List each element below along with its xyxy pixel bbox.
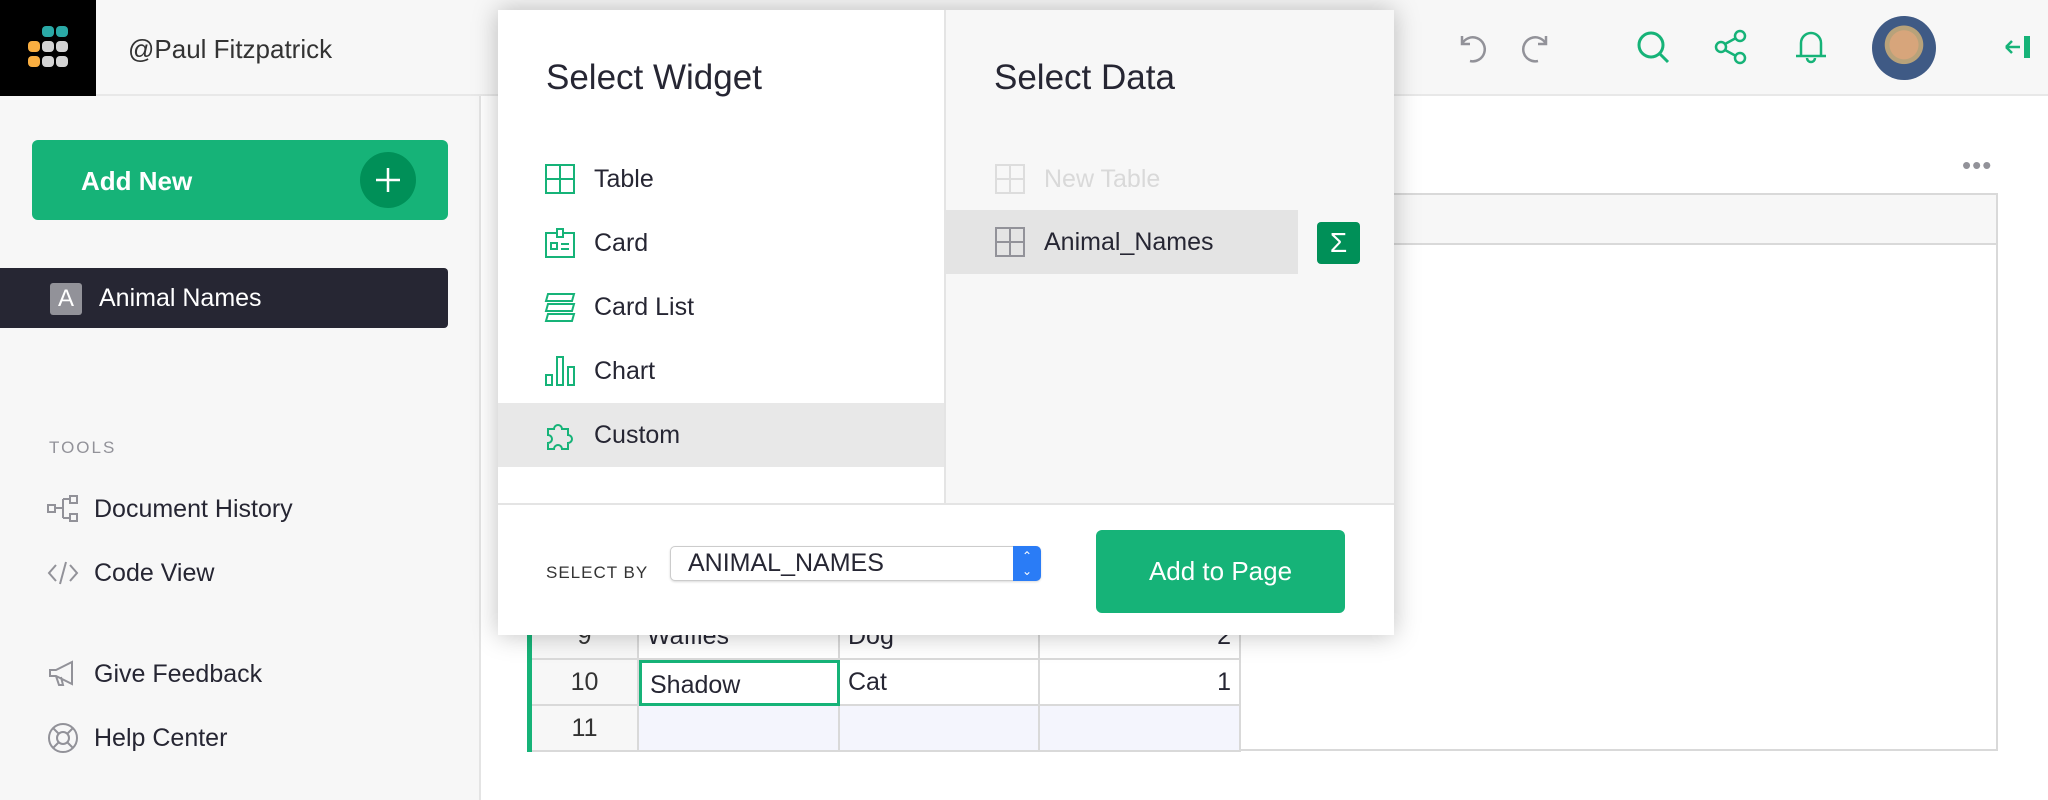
tool-give-feedback[interactable]: Give Feedback	[46, 657, 262, 691]
option-label: New Table	[1044, 164, 1161, 193]
exit-icon[interactable]	[1998, 28, 2036, 66]
cell-type[interactable]: Cat	[840, 660, 1040, 706]
code-icon	[47, 561, 79, 585]
tools-heading: TOOLS	[49, 438, 117, 457]
widget-option-custom[interactable]: Custom	[498, 403, 944, 467]
select-by-dropdown[interactable]: ANIMAL_NAMES ⌃ ⌄	[670, 546, 1041, 581]
option-label: Animal_Names	[1044, 227, 1214, 256]
summary-table-button[interactable]: Σ	[1317, 222, 1360, 264]
cell-name-selected[interactable]: Shadow	[639, 660, 840, 706]
cell-count[interactable]: 1	[1040, 660, 1241, 706]
chevron-updown-icon: ⌃ ⌄	[1013, 546, 1041, 581]
add-new-button[interactable]: Add New	[32, 140, 448, 220]
widget-option-table[interactable]: Table	[498, 147, 944, 211]
option-label: Card	[594, 228, 649, 257]
cell-type[interactable]	[840, 706, 1040, 752]
avatar[interactable]	[1872, 16, 1936, 80]
redo-icon[interactable]	[1518, 28, 1556, 66]
lifebuoy-icon	[48, 723, 78, 753]
add-new-label: Add New	[81, 166, 193, 196]
data-option-new-table: New Table	[946, 147, 1298, 211]
table-icon	[995, 227, 1025, 257]
widget-option-card[interactable]: Card	[498, 211, 944, 275]
share-icon[interactable]	[1712, 28, 1750, 66]
popup-footer: SELECT BY ANIMAL_NAMES ⌃ ⌄ Add to Page	[498, 503, 1394, 635]
widget-option-card-list[interactable]: Card List	[498, 275, 944, 339]
table-icon	[545, 164, 575, 194]
tool-label: Give Feedback	[94, 659, 263, 688]
tool-document-history[interactable]: Document History	[46, 492, 293, 526]
document-owner[interactable]: @Paul Fitzpatrick	[128, 34, 332, 65]
select-by-value: ANIMAL_NAMES	[688, 549, 884, 577]
undo-icon[interactable]	[1452, 28, 1490, 66]
search-icon[interactable]	[1634, 28, 1672, 66]
tool-help-center[interactable]: Help Center	[46, 721, 227, 755]
cell-count[interactable]	[1040, 706, 1241, 752]
page-initial-badge: A	[50, 283, 82, 315]
tool-label: Document History	[94, 494, 293, 523]
option-label: Table	[594, 164, 654, 193]
option-label: Custom	[594, 420, 681, 449]
page-item-label: Animal Names	[99, 284, 262, 312]
cell-name[interactable]	[639, 706, 840, 752]
select-data-title: Select Data	[994, 58, 1175, 97]
more-options-icon[interactable]: •••	[1962, 150, 1992, 181]
tool-label: Help Center	[94, 723, 228, 752]
page-item-animal-names[interactable]: A Animal Names	[0, 268, 448, 328]
row-number: 10	[532, 660, 639, 706]
select-widget-title: Select Widget	[546, 58, 762, 97]
bell-icon[interactable]	[1792, 28, 1830, 66]
table-icon	[995, 164, 1025, 194]
data-option-animal-names[interactable]: Animal_Names	[946, 210, 1298, 274]
table-row-add[interactable]: 11	[527, 706, 1241, 752]
card-icon	[545, 228, 575, 258]
tool-code-view[interactable]: Code View	[46, 556, 214, 590]
plus-icon	[360, 152, 416, 208]
option-label: Card List	[594, 292, 695, 321]
card-list-icon	[544, 293, 576, 322]
tool-label: Code View	[94, 558, 215, 587]
select-data-panel: Select Data New Table Animal_Names Σ	[944, 10, 1394, 503]
table-row[interactable]: 10 Shadow Cat 1	[527, 660, 1241, 706]
add-widget-popup: Select Widget Table Card Card List Chart…	[498, 10, 1394, 635]
add-to-page-button[interactable]: Add to Page	[1096, 530, 1345, 613]
select-by-label: SELECT BY	[546, 563, 649, 582]
row-number: 11	[532, 706, 639, 752]
app-logo[interactable]	[0, 0, 96, 96]
chart-icon	[545, 356, 575, 386]
puzzle-icon	[547, 424, 573, 450]
megaphone-icon	[49, 660, 73, 686]
widget-option-chart[interactable]: Chart	[498, 339, 944, 403]
option-label: Chart	[594, 356, 656, 385]
history-icon	[47, 495, 78, 522]
